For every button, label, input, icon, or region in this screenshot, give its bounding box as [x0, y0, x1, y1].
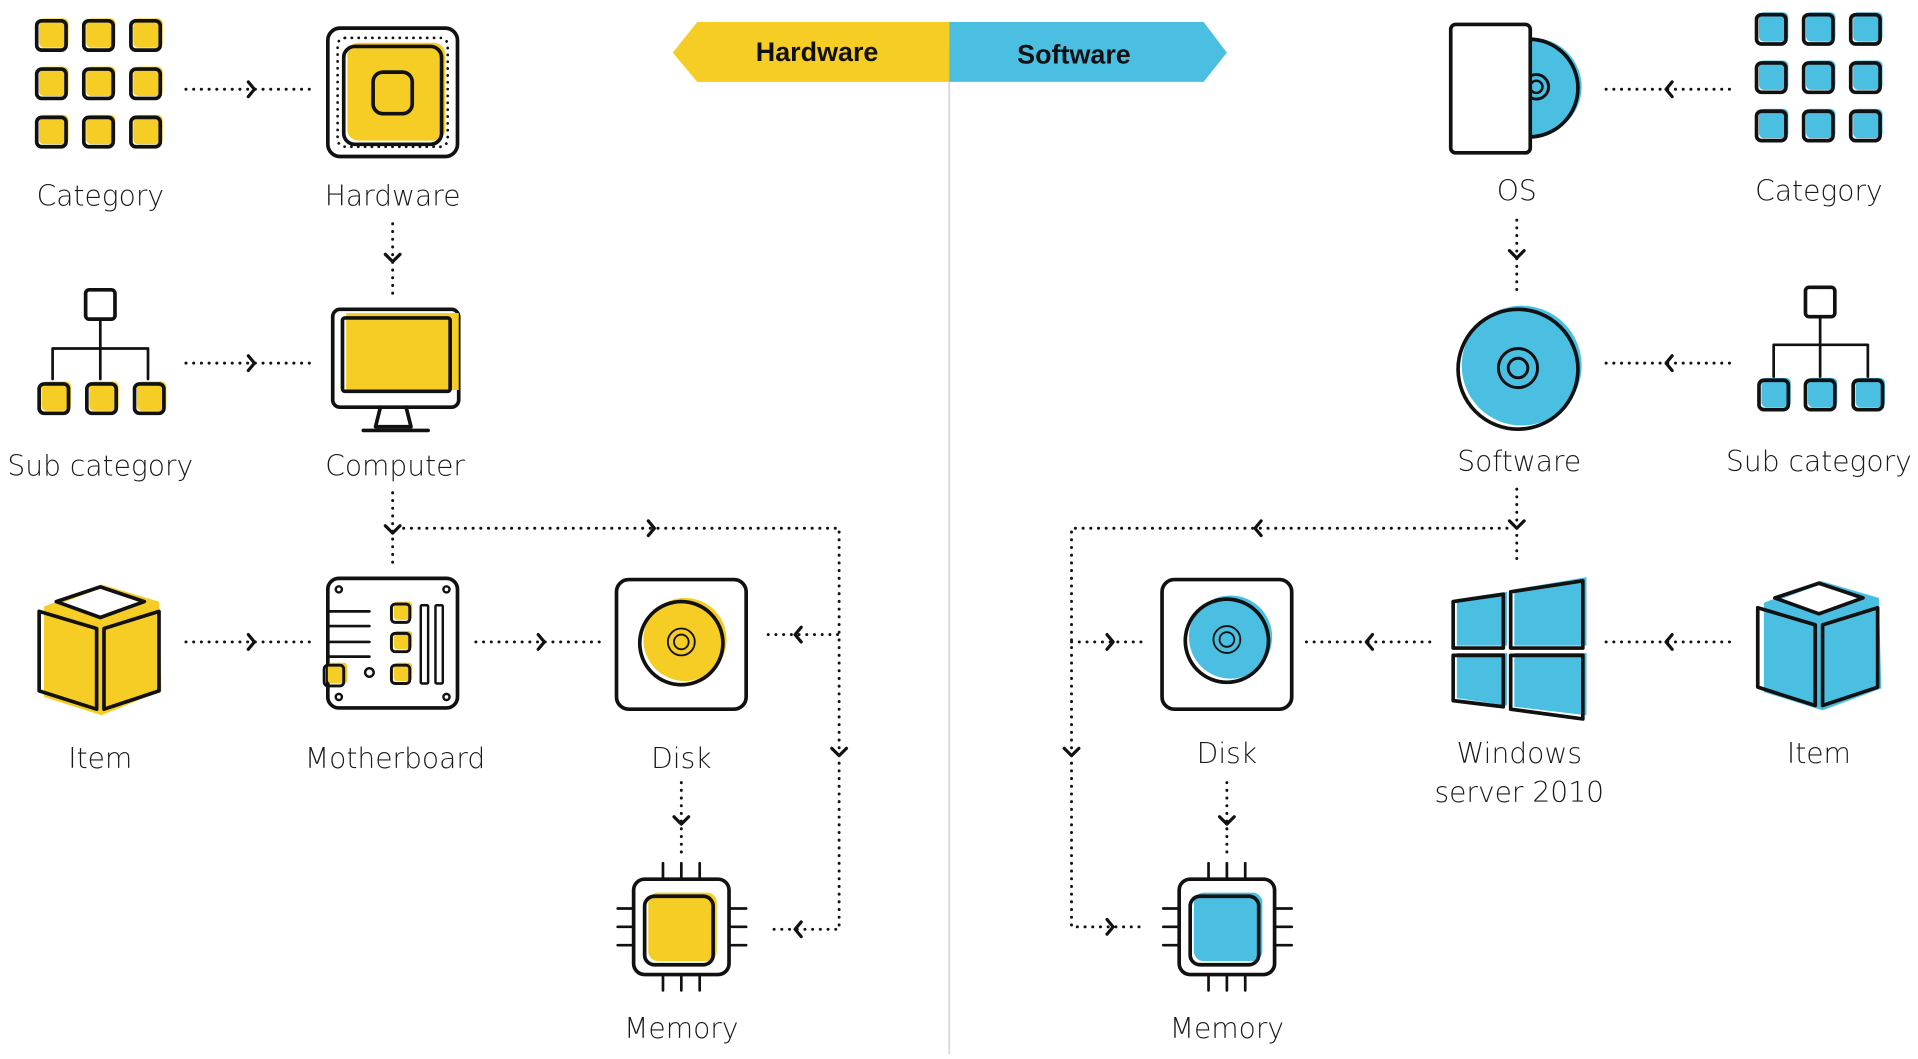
- sw-category-node[interactable]: Category: [1754, 12, 1883, 208]
- sw-windows-node[interactable]: Windows server 2010: [1434, 577, 1604, 809]
- monitor-icon: [330, 307, 461, 433]
- memory-chip-icon: [1161, 861, 1294, 992]
- hardware-tab-label: Hardware: [756, 37, 879, 67]
- hw-memory-node[interactable]: Memory: [616, 861, 748, 1045]
- hw-motherboard-label: Motherboard: [305, 742, 485, 775]
- hw-item-label: Item: [68, 742, 132, 775]
- arrow-down-icon: [1507, 519, 1526, 530]
- chip-icon: [325, 26, 460, 159]
- sw-category-label: Category: [1755, 175, 1882, 208]
- os-box-disc-icon: [1448, 22, 1582, 155]
- hw-sub-category-node[interactable]: Sub category: [7, 287, 193, 483]
- arrow-down-icon: [383, 524, 402, 535]
- windows-logo-icon: [1451, 577, 1587, 721]
- sw-sub-category-label: Sub category: [1726, 445, 1912, 478]
- sw-item-node[interactable]: Item: [1755, 580, 1882, 770]
- diagram-canvas: Hardware Software Category Hardware Sub …: [0, 0, 1918, 1054]
- hw-hardware-label: Hardware: [325, 179, 461, 212]
- grid-icon: [34, 18, 163, 149]
- box-icon: [37, 584, 162, 716]
- hw-memory-label: Memory: [624, 1012, 738, 1045]
- tab-hardware[interactable]: Hardware: [672, 22, 950, 82]
- hw-connectors: [184, 80, 849, 939]
- arrow-right-icon: [246, 80, 257, 99]
- sw-connectors: [1062, 80, 1736, 936]
- sw-windows-label-line1: Windows: [1456, 737, 1582, 770]
- sw-software-label: Software: [1457, 445, 1581, 478]
- hw-disk-label: Disk: [651, 742, 711, 775]
- hw-hardware-node[interactable]: Hardware: [325, 26, 461, 212]
- arrow-down-icon: [830, 746, 849, 758]
- sw-sub-category-node[interactable]: Sub category: [1726, 285, 1912, 478]
- sw-software-node[interactable]: Software: [1456, 305, 1582, 478]
- arrow-right-icon: [246, 354, 257, 373]
- sw-windows-label-line2: server 2010: [1434, 776, 1603, 809]
- hardware-software-diagram: Hardware Software Category Hardware Sub …: [7, 12, 1912, 1054]
- arrow-down-icon: [1062, 746, 1081, 758]
- sw-os-node[interactable]: OS: [1448, 22, 1582, 208]
- cd-icon: [1456, 305, 1582, 432]
- hw-category-label: Category: [37, 179, 164, 212]
- arrow-right-icon: [536, 633, 546, 651]
- tab-software[interactable]: Software: [949, 22, 1227, 82]
- edge-computer-disk-memory: [402, 526, 841, 931]
- sw-disk-label: Disk: [1197, 737, 1257, 770]
- sw-disk-node[interactable]: Disk: [1160, 577, 1294, 770]
- box-icon: [1755, 580, 1882, 711]
- disk-drive-icon: [1160, 577, 1294, 712]
- sw-os-label: OS: [1497, 175, 1537, 208]
- software-tab-label: Software: [1017, 40, 1131, 70]
- hw-computer-label: Computer: [325, 450, 465, 483]
- hw-sub-category-label: Sub category: [7, 450, 193, 483]
- memory-chip-icon: [616, 861, 748, 992]
- sw-memory-label: Memory: [1170, 1012, 1284, 1045]
- hierarchy-icon: [37, 287, 167, 416]
- arrow-right-icon: [246, 633, 257, 651]
- hw-item-node[interactable]: Item: [37, 584, 162, 775]
- motherboard-icon: [322, 576, 460, 710]
- hw-disk-node[interactable]: Disk: [614, 577, 748, 775]
- hw-computer-node[interactable]: Computer: [325, 307, 465, 483]
- grid-icon: [1754, 12, 1883, 143]
- sw-memory-node[interactable]: Memory: [1161, 861, 1294, 1045]
- hierarchy-icon: [1757, 285, 1885, 412]
- hw-category-node[interactable]: Category: [34, 18, 164, 212]
- sw-item-label: Item: [1787, 737, 1851, 770]
- disk-drive-icon: [614, 577, 748, 712]
- hw-motherboard-node[interactable]: Motherboard: [305, 576, 485, 775]
